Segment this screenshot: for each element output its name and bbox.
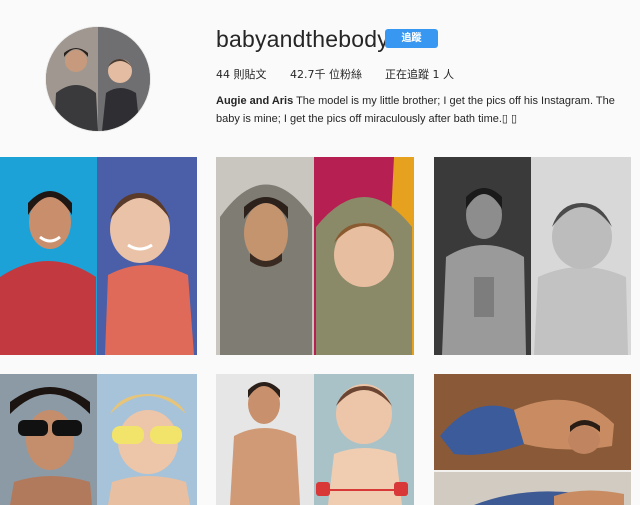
post-thumbnail-5[interactable] <box>216 374 414 505</box>
profile-avatar[interactable] <box>46 27 150 131</box>
profile-username: babyandthebody <box>216 26 389 52</box>
post-thumbnail-4[interactable] <box>0 374 197 505</box>
followers-count[interactable]: 42.7千 位粉絲 <box>290 66 362 82</box>
post-thumbnail-2[interactable] <box>216 157 414 355</box>
profile-bio: Augie and Aris The model is my little br… <box>216 92 636 128</box>
posts-count: 44 則貼文 <box>216 68 267 81</box>
follow-button[interactable]: 追蹤 <box>385 29 438 48</box>
following-count[interactable]: 正在追蹤 1 人 <box>385 66 454 82</box>
post-thumbnail-3[interactable] <box>434 157 631 355</box>
post-thumbnail-6[interactable] <box>434 374 631 505</box>
post-thumbnail-1[interactable] <box>0 157 197 355</box>
bio-name: Augie and Aris <box>216 95 294 107</box>
